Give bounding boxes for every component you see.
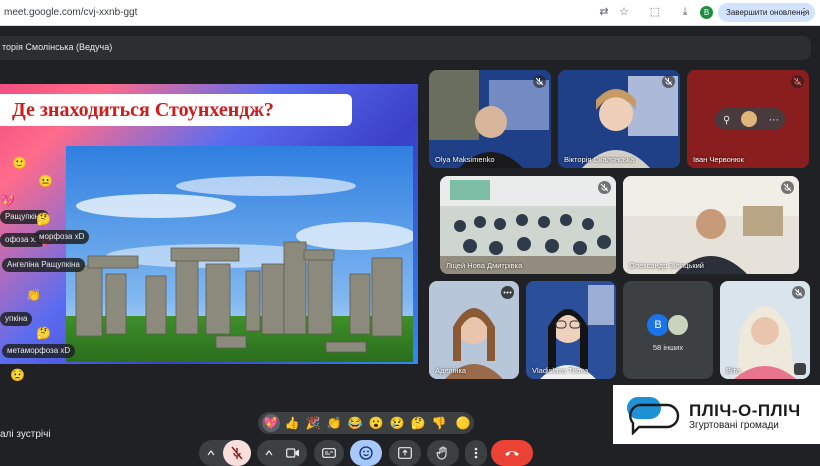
participant-video (429, 70, 551, 168)
reaction-emoji: 😐 (38, 174, 53, 188)
participant-video (440, 176, 616, 274)
reaction-thumbs-up[interactable]: 👍 (283, 414, 301, 432)
more-options-icon[interactable] (501, 286, 514, 299)
chevron-up-icon[interactable] (265, 449, 273, 457)
reaction-party[interactable]: 🎉 (304, 414, 322, 432)
svg-text:⋯: ⋯ (769, 115, 779, 126)
reaction-sad[interactable]: 😢 (388, 414, 406, 432)
project-logo-card: ПЛІЧ-О-ПЛІЧ Згуртовані громади (613, 385, 820, 444)
bookmark-star-icon[interactable]: ☆ (617, 5, 631, 19)
reaction-emoji: 🤔 (36, 326, 51, 340)
translate-icon[interactable]: ⇄ (597, 5, 611, 19)
download-icon[interactable]: ⤓ (678, 5, 692, 19)
raise-hand-button[interactable] (427, 440, 459, 466)
participant-video (526, 281, 616, 379)
pin-icon[interactable] (794, 363, 806, 375)
reaction-name: морфоза xD (34, 230, 90, 244)
reaction-thinking[interactable]: 🤔 (409, 414, 427, 432)
meeting-details-label[interactable]: алі зустрічі (0, 429, 51, 440)
video-camera-icon (286, 448, 299, 458)
reaction-clap[interactable]: 👏 (325, 414, 343, 432)
reaction-skin-tone[interactable]: 🟡 (454, 414, 472, 432)
present-screen-button[interactable] (389, 440, 421, 466)
reaction-surprised[interactable]: 😮 (367, 414, 385, 432)
camera-toggle-button[interactable] (279, 440, 307, 466)
profile-avatar[interactable]: В (700, 6, 713, 19)
reaction-emoji: 😟 (10, 368, 25, 382)
mic-off-icon (792, 286, 805, 299)
camera-control-group (257, 440, 307, 466)
participant-video (623, 176, 799, 274)
captions-button[interactable] (314, 440, 344, 466)
participant-name: Аделінка (435, 366, 467, 375)
participant-video (558, 70, 680, 168)
mic-toggle-button[interactable] (223, 440, 251, 466)
stonehenge-photo (66, 146, 413, 362)
svg-text:⚲: ⚲ (723, 115, 730, 126)
reaction-stream: 🙂 😐 💖 Ращупкіна 🤔 офоза xD 💖 морфоза xD … (0, 86, 100, 406)
chevron-up-icon[interactable] (207, 449, 215, 457)
smile-icon (359, 446, 373, 460)
more-vertical-icon (474, 447, 478, 459)
reaction-name: упкіна (0, 312, 33, 326)
reaction-name: Ангеліна Ращупкіна (2, 258, 85, 272)
participant-tile[interactable]: Olya Maksimenko (429, 70, 551, 168)
more-options-button[interactable] (465, 440, 487, 466)
present-screen-icon (398, 447, 412, 459)
participant-name: Ліцей Нова Дмитрівка (446, 261, 523, 270)
mic-off-icon (662, 75, 675, 88)
emoji-reactions-button[interactable] (350, 440, 382, 466)
end-call-icon (505, 451, 519, 456)
mic-control-group (199, 440, 251, 466)
menu-kebab-icon: ⋮ (799, 7, 809, 18)
reaction-name: метаморфоза xD (2, 344, 76, 358)
reaction-emoji: 👏 (26, 288, 41, 302)
participant-name: Олександр Зілицький (629, 261, 704, 270)
address-bar[interactable]: meet.google.com/cvj-xxnb-ggt (4, 7, 137, 18)
meet-window: торія Смолінська (Ведуча) Де знаходиться… (0, 26, 820, 466)
update-button[interactable]: Завершити оновлення ⋮ (718, 3, 815, 22)
others-count: 58 інших (652, 343, 684, 352)
others-avatar-photo (667, 314, 689, 336)
participant-name: Вікторія Скалянська (564, 155, 635, 164)
participant-name: Vladislava Titova (532, 366, 589, 375)
participant-tile[interactable]: Ліцей Нова Дмитрівка (440, 176, 616, 274)
speech-bubbles-logo-icon (627, 397, 680, 435)
reaction-heart[interactable]: 💖 (262, 414, 280, 432)
mic-off-icon (231, 446, 243, 460)
participant-tile-others[interactable]: В 58 інших (623, 281, 713, 379)
extensions-icon[interactable]: ⬚ (648, 5, 662, 19)
presenter-banner: торія Смолінська (Ведуча) (0, 36, 811, 60)
participant-name: Olya Maksimenko (435, 155, 495, 164)
reaction-thumbs-down[interactable]: 👎 (430, 414, 448, 432)
reaction-emoji: 🙂 (12, 156, 27, 170)
participant-tile[interactable]: Аделінка (429, 281, 519, 379)
participant-tile[interactable]: Олександр Зілицький (623, 176, 799, 274)
participant-tile[interactable]: ⚲ ⋯ Іван Червонюк (687, 70, 809, 168)
mic-off-icon (598, 181, 611, 194)
logo-title: ПЛІЧ-О-ПЛІЧ (689, 401, 801, 420)
mic-off-icon (533, 75, 546, 88)
mic-off-icon (781, 181, 794, 194)
participant-tile[interactable]: Vladislava Titova (526, 281, 616, 379)
mic-off-icon (791, 75, 804, 88)
logo-subtitle: Згуртовані громади (689, 420, 779, 431)
presenter-name: торія Смолінська (Ведуча) (2, 42, 113, 52)
participant-name: Віта (726, 366, 741, 375)
reaction-laugh[interactable]: 😂 (346, 414, 364, 432)
leave-call-button[interactable] (491, 440, 533, 466)
browser-toolbar: meet.google.com/cvj-xxnb-ggt ⇄ ☆ ⬚ ⤓ В З… (0, 0, 820, 26)
raise-hand-icon (436, 446, 447, 460)
closed-captions-icon (322, 448, 336, 458)
participant-tile[interactable]: Вікторія Скалянська (558, 70, 680, 168)
participant-tile[interactable]: Віта (720, 281, 810, 379)
participant-video: ⚲ ⋯ (687, 70, 809, 168)
others-avatar: В (647, 314, 669, 336)
reaction-emoji: 🤔 (36, 212, 51, 226)
update-button-label: Завершити оновлення (726, 8, 810, 17)
reaction-emoji: 💖 (0, 194, 15, 208)
participant-name: Іван Червонюк (693, 155, 744, 164)
reaction-bar: 💖 👍 🎉 👏 😂 😮 😢 🤔 👎 🟡 (258, 412, 474, 434)
